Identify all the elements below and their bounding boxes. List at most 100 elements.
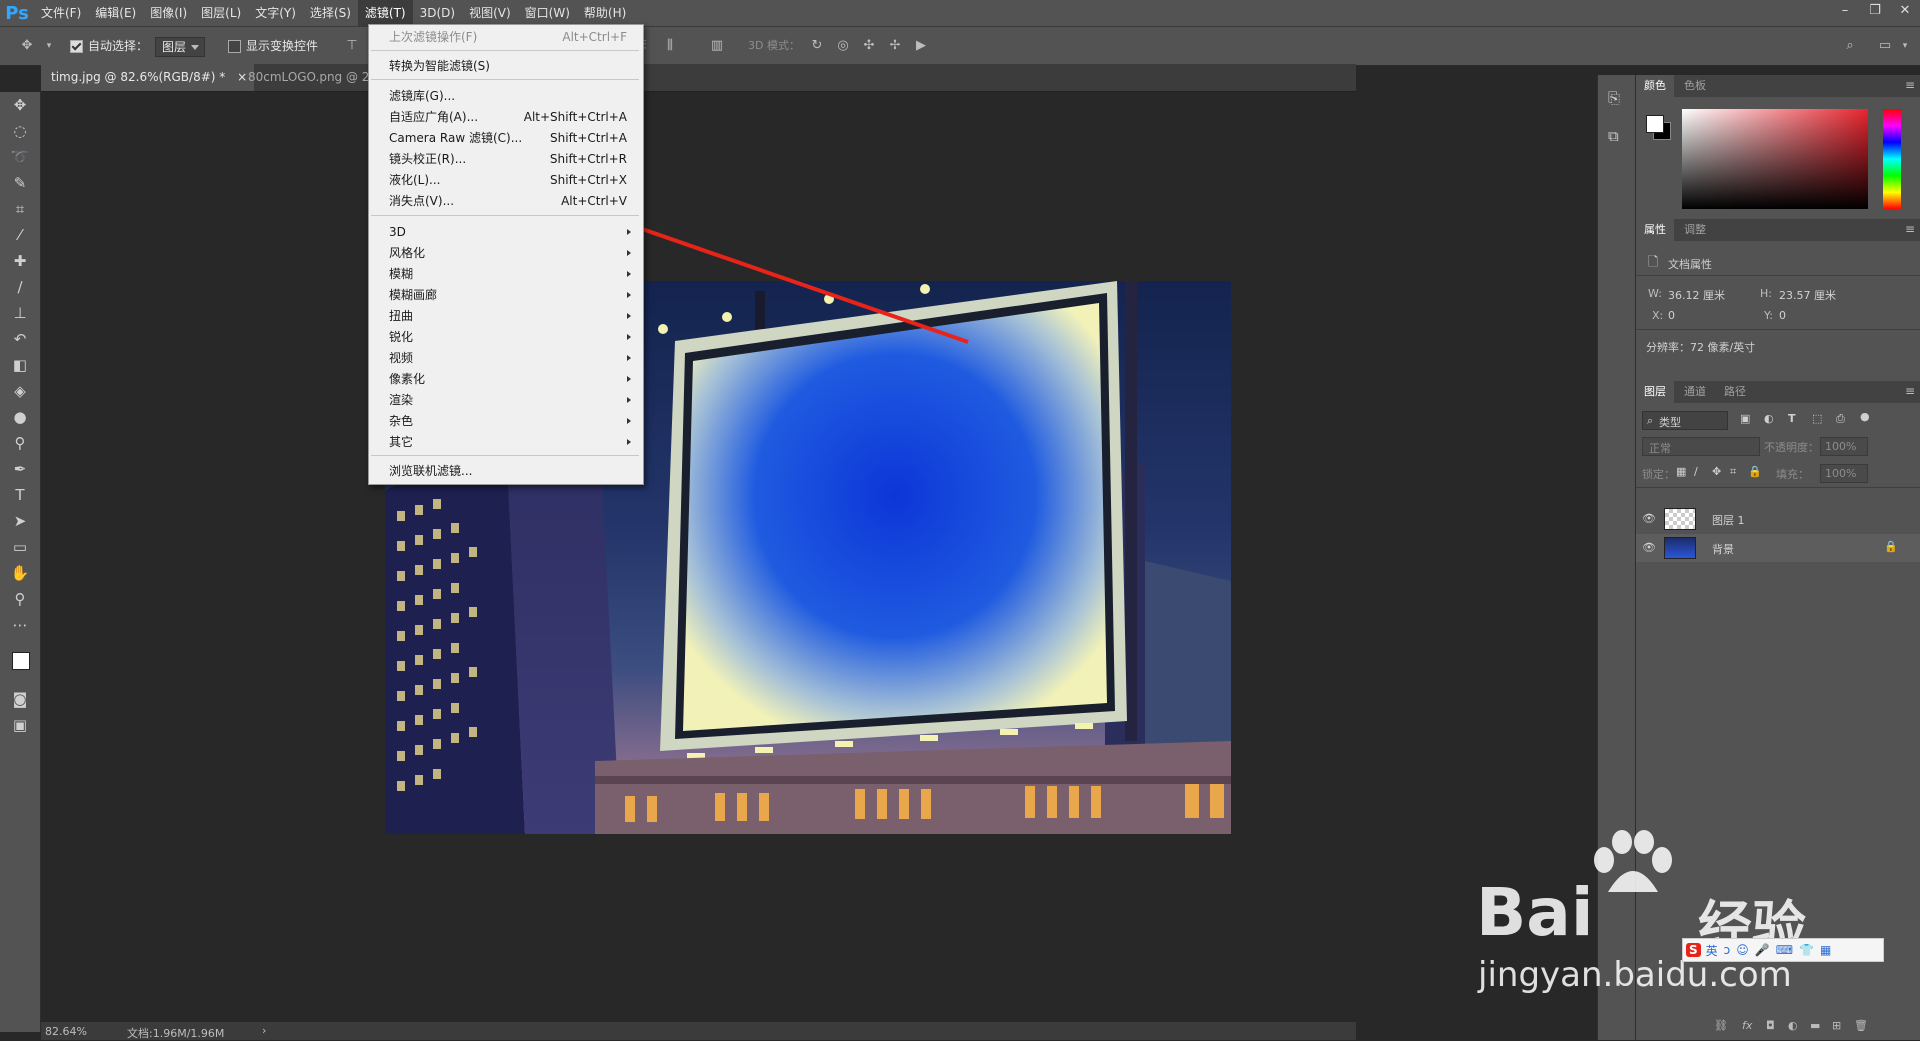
auto-select-value[interactable]: 图层 bbox=[155, 37, 206, 57]
hue-slider[interactable] bbox=[1883, 109, 1901, 209]
properties-panel-icon[interactable]: ⧉ bbox=[1608, 127, 1619, 145]
move-tool-icon[interactable]: ✥ bbox=[8, 94, 32, 116]
paint-bucket-icon[interactable]: ◈ bbox=[8, 380, 32, 402]
foreground-color-swatch[interactable] bbox=[12, 652, 30, 670]
minimize-icon[interactable]: – bbox=[1830, 0, 1860, 22]
ime-voice-icon[interactable]: 🎤 bbox=[1755, 943, 1770, 957]
tab-channels[interactable]: 通道 bbox=[1676, 381, 1714, 403]
add-mask-icon[interactable]: ◘ bbox=[1766, 1019, 1775, 1032]
foreground-color-swatch[interactable] bbox=[1646, 115, 1664, 133]
menu-type[interactable]: 文字(Y) bbox=[248, 0, 303, 26]
menu-item-vanishing-point[interactable]: 消失点(V)... Alt+Ctrl+V bbox=[369, 191, 641, 211]
menu-item-adaptive-wide-angle[interactable]: 自适应广角(A)... Alt+Shift+Ctrl+A bbox=[369, 107, 641, 127]
3d-rotate-icon[interactable]: ↻ bbox=[810, 39, 824, 53]
eye-icon[interactable]: 👁 bbox=[1642, 512, 1656, 525]
lock-paint-icon[interactable]: ∕ bbox=[1694, 465, 1698, 478]
menu-item-camera-raw[interactable]: Camera Raw 滤镜(C)... Shift+Ctrl+A bbox=[369, 128, 641, 148]
menu-item-submenu[interactable]: 像素化 bbox=[369, 369, 641, 389]
y-value[interactable]: 0 bbox=[1779, 309, 1786, 322]
tab-properties[interactable]: 属性 bbox=[1636, 219, 1674, 241]
crop-tool-icon[interactable]: ⌗ bbox=[8, 198, 32, 220]
menu-item-lens-correction[interactable]: 镜头校正(R)... Shift+Ctrl+R bbox=[369, 149, 641, 169]
menu-item-submenu[interactable]: 风格化 bbox=[369, 243, 641, 263]
menu-item-submenu[interactable]: 模糊画廊 bbox=[369, 285, 641, 305]
brush-tool-icon[interactable]: ∕ bbox=[8, 276, 32, 298]
3d-drag-icon[interactable]: ✣ bbox=[862, 39, 876, 53]
filter-type-icon[interactable]: T bbox=[1788, 412, 1796, 425]
filter-adjust-icon[interactable]: ◐ bbox=[1764, 412, 1774, 425]
marquee-tool-icon[interactable]: ◌ bbox=[8, 120, 32, 142]
layer-row[interactable]: 👁 背景 🔒 bbox=[1636, 534, 1920, 562]
distribute-horizontal-icon[interactable]: ⫼ bbox=[663, 39, 677, 53]
ime-lang[interactable]: 英 bbox=[1706, 942, 1718, 959]
color-picker-field[interactable] bbox=[1682, 109, 1868, 209]
filter-pixel-icon[interactable]: ▣ bbox=[1740, 412, 1750, 425]
healing-tool-icon[interactable]: ✚ bbox=[8, 250, 32, 272]
opacity-field[interactable]: 100% bbox=[1820, 437, 1868, 456]
menu-select[interactable]: 选择(S) bbox=[303, 0, 358, 26]
menu-item-last-filter[interactable]: 上次滤镜操作(F) Alt+Ctrl+F bbox=[369, 27, 641, 47]
quick-select-tool-icon[interactable]: ✎ bbox=[8, 172, 32, 194]
workspace-icon[interactable]: ▭ bbox=[1878, 39, 1892, 53]
fill-field[interactable]: 100% bbox=[1820, 464, 1868, 483]
status-chevron-icon[interactable]: › bbox=[262, 1024, 266, 1037]
ime-punct-icon[interactable]: ɔ bbox=[1724, 943, 1731, 957]
layer-name[interactable]: 背景 bbox=[1712, 541, 1734, 557]
history-panel-icon[interactable]: ⎘ bbox=[1608, 89, 1620, 107]
tab-swatches[interactable]: 色板 bbox=[1676, 75, 1714, 97]
chevron-down-icon[interactable]: ▾ bbox=[42, 39, 56, 53]
3d-scale-icon[interactable]: ▶ bbox=[914, 39, 928, 53]
lock-all-icon[interactable]: 🔒 bbox=[1748, 465, 1762, 478]
filter-shape-icon[interactable]: ⬚ bbox=[1812, 412, 1822, 425]
move-tool-icon[interactable]: ✥ bbox=[20, 39, 34, 53]
x-value[interactable]: 0 bbox=[1668, 309, 1675, 322]
zoom-level[interactable]: 82.64% bbox=[45, 1025, 87, 1038]
menu-item-submenu[interactable]: 其它 bbox=[369, 432, 641, 452]
eye-icon[interactable]: 👁 bbox=[1642, 541, 1656, 554]
screen-mode-icon[interactable]: ▣ bbox=[8, 714, 32, 736]
menu-item-submenu[interactable]: 3D bbox=[369, 222, 641, 242]
close-icon[interactable]: ✕ bbox=[1890, 0, 1920, 22]
fx-icon[interactable]: fx bbox=[1742, 1019, 1752, 1032]
more-tools-icon[interactable]: ⋯ bbox=[8, 614, 32, 636]
menu-item-filter-gallery[interactable]: 滤镜库(G)... bbox=[369, 86, 641, 106]
pen-tool-icon[interactable]: ✒ bbox=[8, 458, 32, 480]
panel-menu-icon[interactable]: ≡ bbox=[1905, 222, 1915, 236]
auto-select-checkbox[interactable]: 自动选择： bbox=[70, 37, 148, 55]
menu-item-smart-filter[interactable]: 转换为智能滤镜(S) bbox=[369, 56, 641, 76]
3d-roll-icon[interactable]: ◎ bbox=[836, 39, 850, 53]
menu-help[interactable]: 帮助(H) bbox=[577, 0, 633, 26]
rectangle-tool-icon[interactable]: ▭ bbox=[8, 536, 32, 558]
lock-artboard-icon[interactable]: ⌗ bbox=[1730, 465, 1736, 479]
menu-item-submenu[interactable]: 视频 bbox=[369, 348, 641, 368]
checkbox-checked-icon[interactable] bbox=[70, 40, 83, 53]
menu-item-submenu[interactable]: 扭曲 bbox=[369, 306, 641, 326]
menu-item-submenu[interactable]: 渲染 bbox=[369, 390, 641, 410]
filter-toggle-icon[interactable]: ● bbox=[1860, 410, 1870, 423]
ime-toolbox-icon[interactable]: ▦ bbox=[1820, 943, 1831, 957]
ime-emoji-icon[interactable]: ☺ bbox=[1736, 943, 1749, 957]
hand-tool-icon[interactable]: ✋ bbox=[8, 562, 32, 584]
lock-position-icon[interactable]: ✥ bbox=[1712, 465, 1721, 478]
tab-layers[interactable]: 图层 bbox=[1636, 381, 1674, 403]
workspace-chevron-icon[interactable]: ▾ bbox=[1898, 39, 1912, 53]
lock-pixels-icon[interactable]: ▦ bbox=[1676, 465, 1686, 478]
ime-skin-icon[interactable]: 👕 bbox=[1799, 943, 1814, 957]
panel-menu-icon[interactable]: ≡ bbox=[1905, 78, 1915, 92]
quick-mask-icon[interactable]: ◙ bbox=[8, 688, 32, 710]
dodge-tool-icon[interactable]: ⚲ bbox=[8, 432, 32, 454]
menu-edit[interactable]: 编辑(E) bbox=[88, 0, 143, 26]
new-group-icon[interactable]: ▬ bbox=[1810, 1019, 1820, 1032]
sogou-icon[interactable]: S bbox=[1686, 943, 1701, 957]
tab-logo[interactable]: 80cmLOGO.png @ 25 bbox=[238, 64, 387, 91]
layer-filter-dropdown[interactable]: ⌕ 类型 bbox=[1642, 411, 1728, 430]
menu-3d[interactable]: 3D(D) bbox=[413, 0, 462, 26]
menu-filter[interactable]: 滤镜(T) bbox=[357, 0, 413, 26]
tab-timg[interactable]: timg.jpg @ 82.6%(RGB/8#) * × bbox=[41, 64, 254, 91]
menu-image[interactable]: 图像(I) bbox=[143, 0, 194, 26]
ime-toolbar[interactable]: S 英 ɔ ☺ 🎤 ⌨ 👕 ▦ bbox=[1682, 938, 1884, 962]
menu-layer[interactable]: 图层(L) bbox=[194, 0, 248, 26]
eyedropper-tool-icon[interactable]: ⁄ bbox=[8, 224, 32, 246]
link-layers-icon[interactable]: ⛓ bbox=[1714, 1019, 1728, 1032]
menu-item-browse-online[interactable]: 浏览联机滤镜... bbox=[369, 461, 641, 481]
